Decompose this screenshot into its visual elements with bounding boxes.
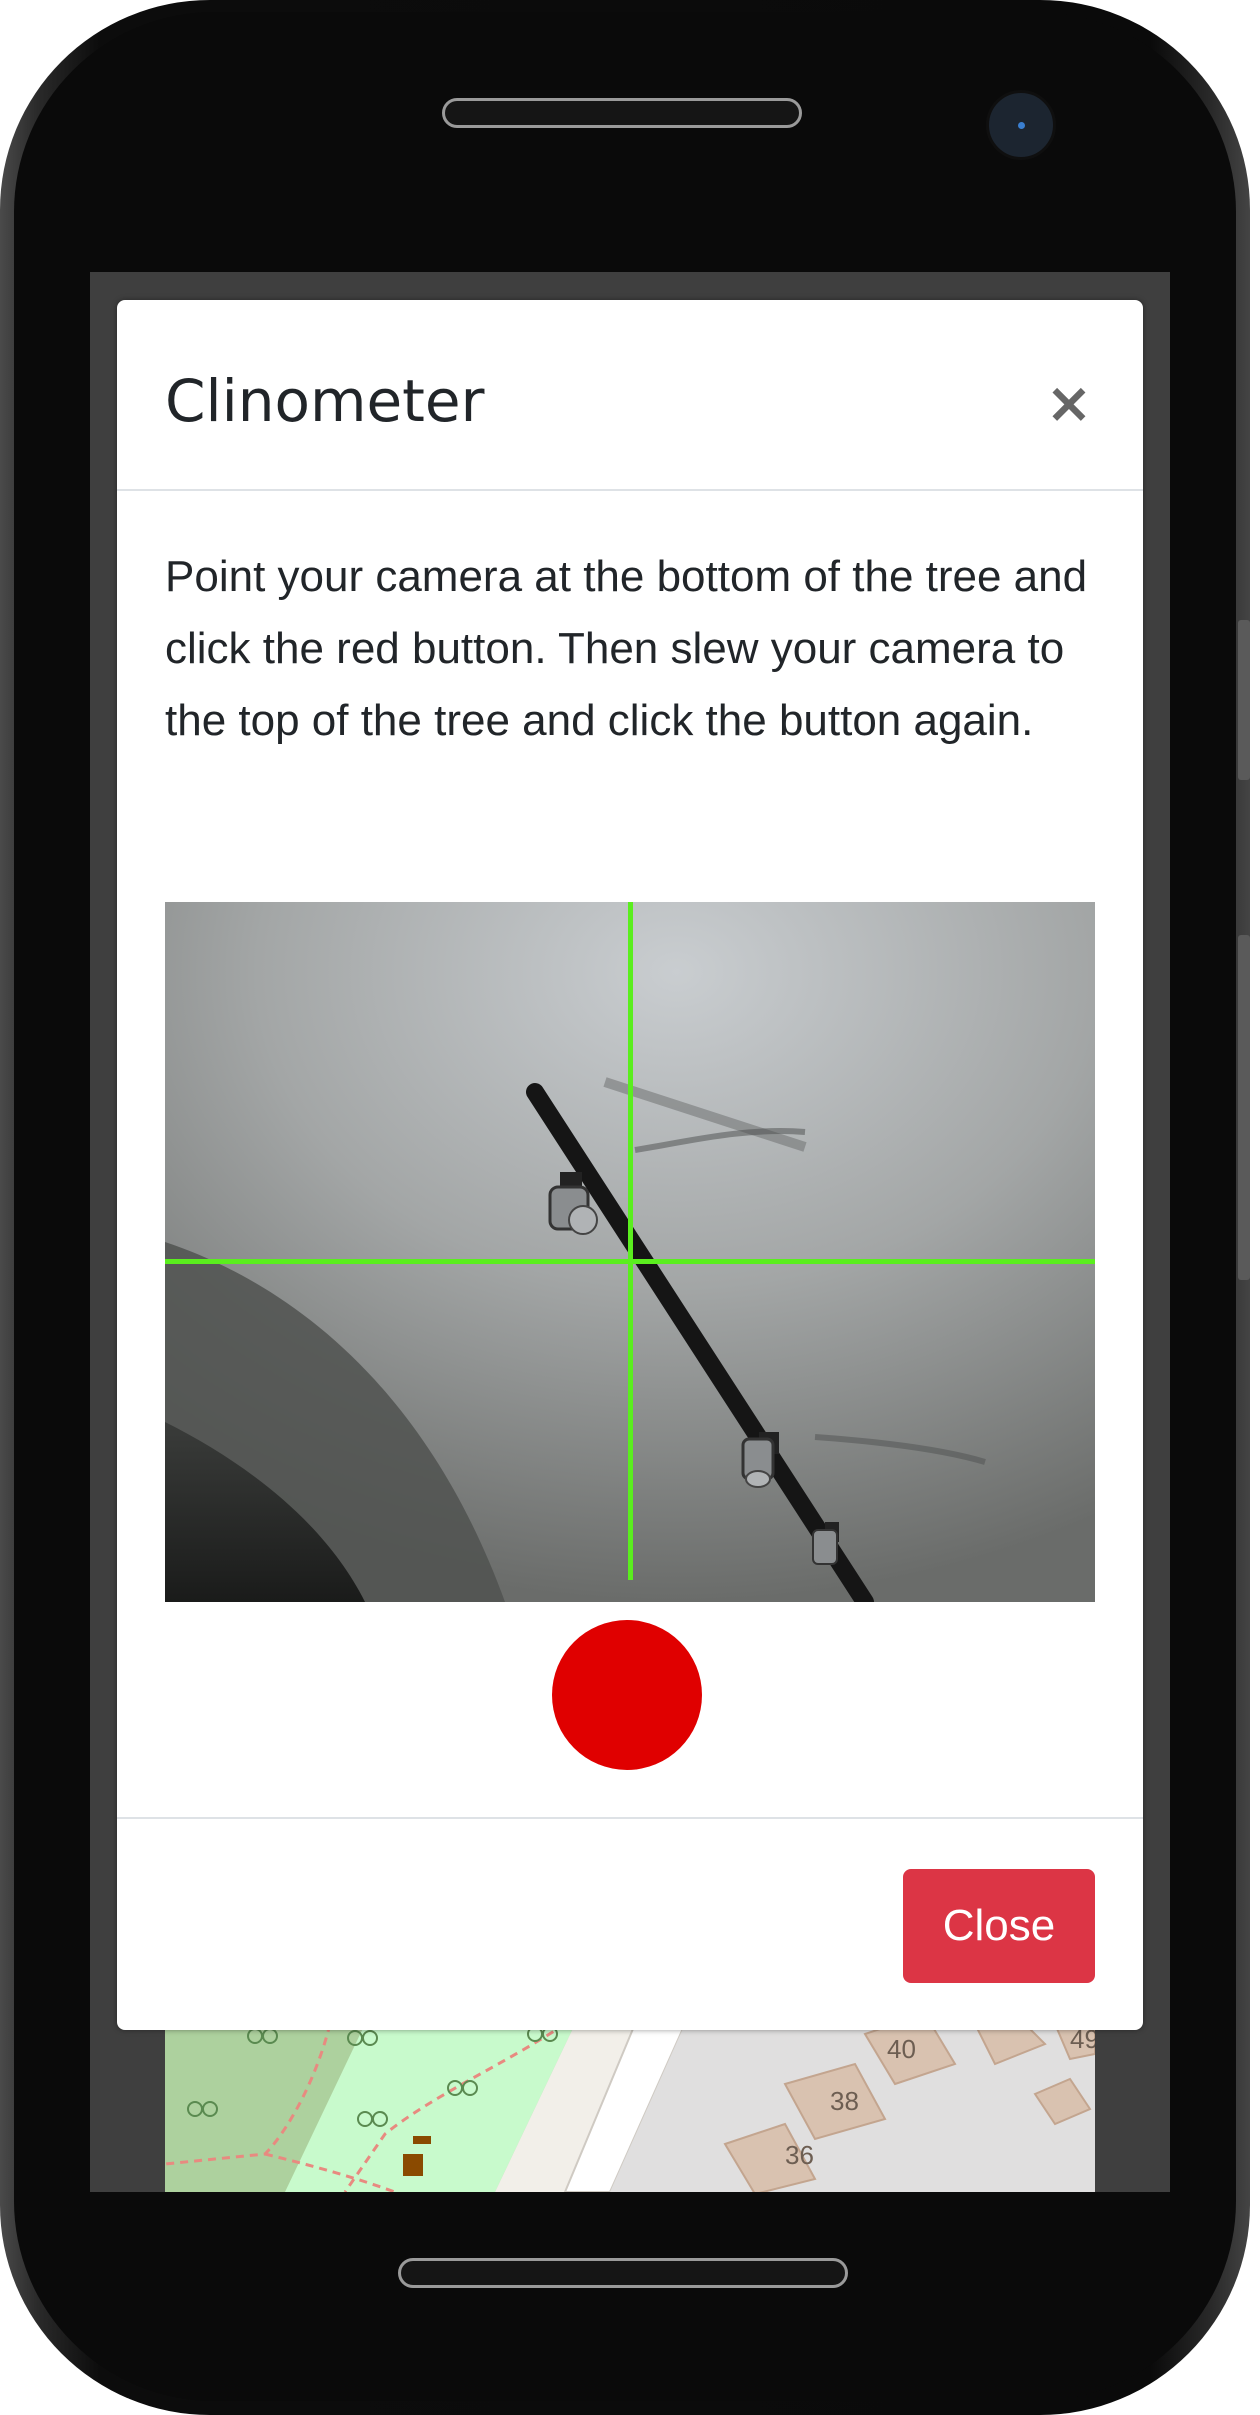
phone-front-camera [986,90,1056,160]
instructions-text: Point your camera at the bottom of the t… [165,552,1088,745]
crosshair-vertical [628,902,633,1580]
house-number: 40 [887,2034,916,2064]
house-number: 38 [830,2086,859,2116]
modal-header: Clinometer × [117,300,1143,491]
close-icon[interactable]: × [1043,376,1095,432]
crosshair-horizontal [165,1259,1095,1264]
phone-frame: 40 38 36 49 Clinometer × Point your came… [0,0,1250,2415]
clinometer-modal: Clinometer × Point your camera at the bo… [117,300,1143,2030]
phone-volume-button [1238,620,1250,780]
house-number: 36 [785,2140,814,2170]
phone-speaker [442,98,802,128]
phone-power-button [1238,935,1250,1280]
screen: 40 38 36 49 Clinometer × Point your came… [90,272,1170,2192]
capture-angle-button[interactable] [552,1620,702,1770]
camera-preview [165,902,1095,1602]
phone-home-bar [398,2258,848,2288]
close-button[interactable]: Close [903,1869,1095,1983]
modal-body: Point your camera at the bottom of the t… [117,491,1143,1817]
modal-title: Clinometer [165,367,485,435]
modal-footer: Close [117,1817,1143,2030]
background-map[interactable]: 40 38 36 49 [165,2024,1095,2192]
